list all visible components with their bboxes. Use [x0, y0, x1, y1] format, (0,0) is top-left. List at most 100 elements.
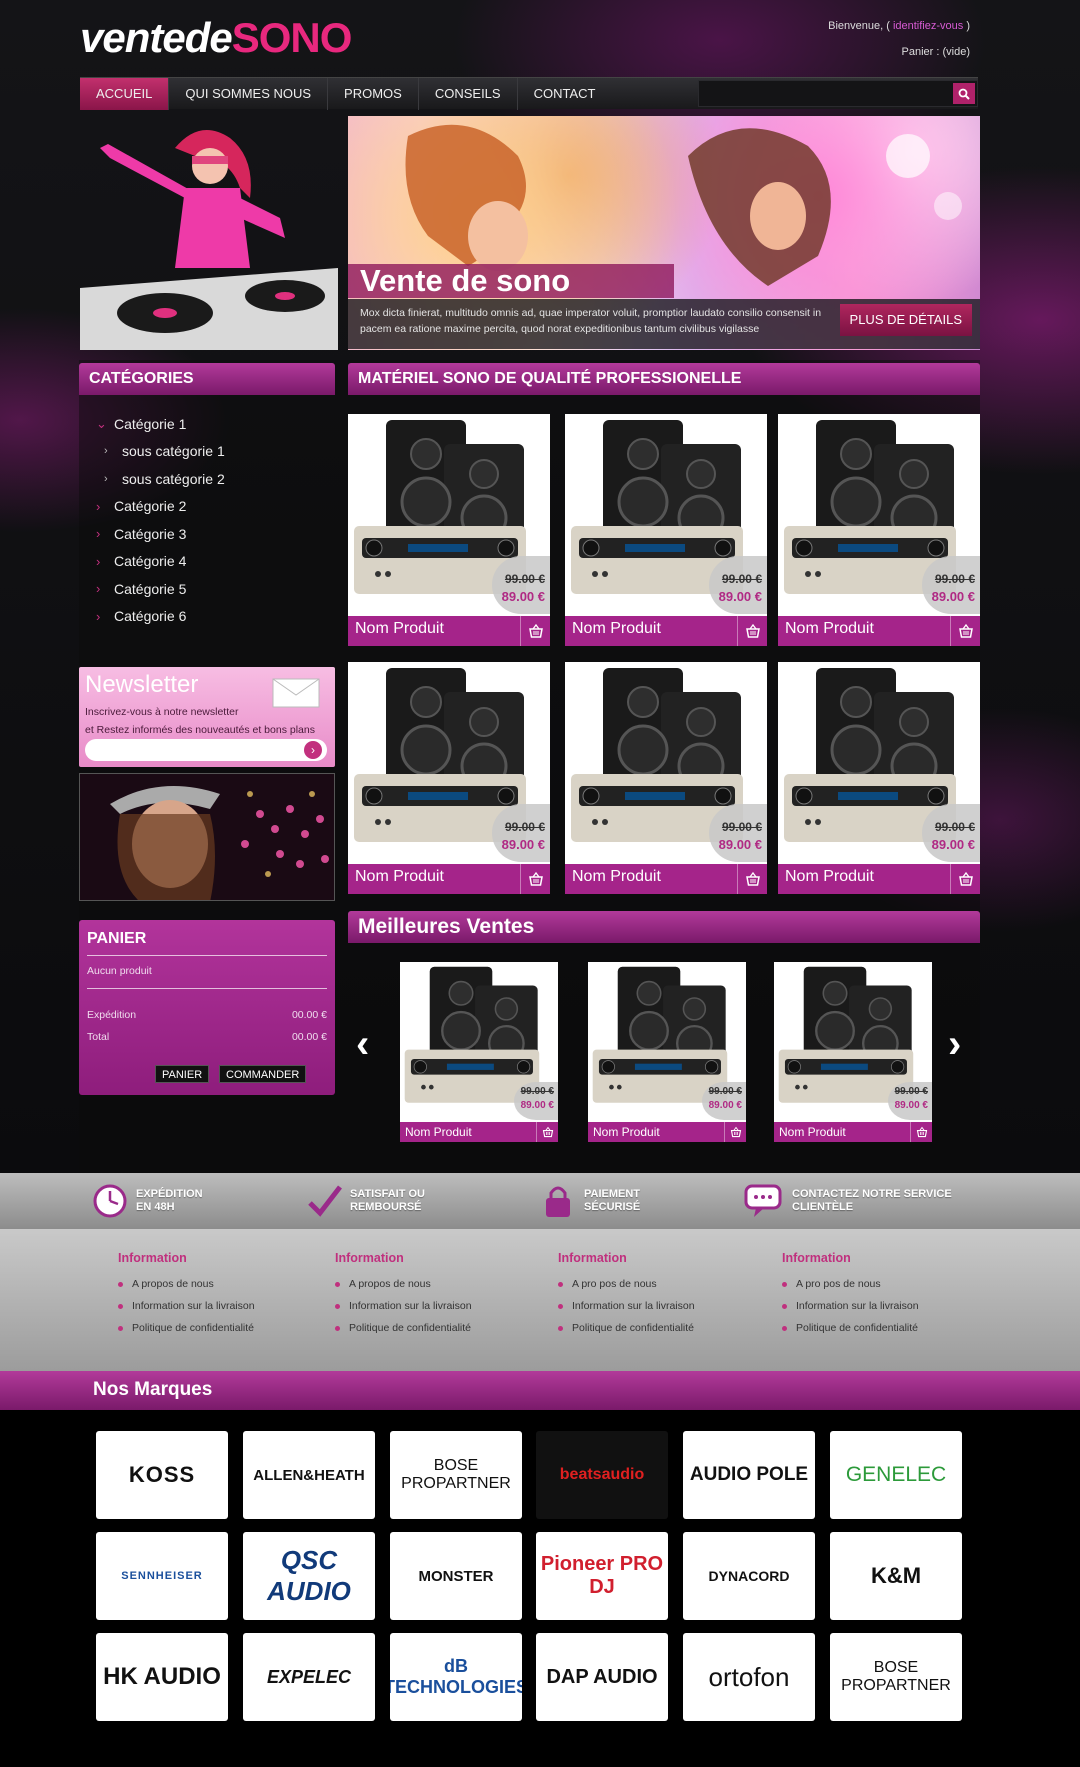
brand-logo[interactable]: DAP AUDIO — [536, 1633, 668, 1721]
product-footer: Nom Produit — [778, 864, 980, 894]
add-to-cart-button[interactable] — [724, 1122, 746, 1142]
header-cart-link[interactable]: Panier : (vide) — [902, 46, 970, 58]
brand-logo[interactable]: EXPELEC — [243, 1633, 375, 1721]
product-name[interactable]: Nom Produit — [355, 868, 444, 886]
feature-contact[interactable]: CONTACTEZ NOTRE SERVICE CLIENTÈLE — [744, 1183, 952, 1219]
brand-logo[interactable]: GENELEC — [830, 1431, 962, 1519]
banner-details-button[interactable]: PLUS DE DÉTAILS — [839, 304, 972, 336]
carousel-next-arrow[interactable]: › — [948, 1022, 961, 1067]
info-link[interactable]: A propos de nous — [335, 1273, 472, 1295]
subcategory-item-2[interactable]: › sous catégorie 2 — [96, 465, 225, 493]
info-link[interactable]: Information sur la livraison — [335, 1295, 472, 1317]
info-link[interactable]: Politique de confidentialité — [335, 1317, 472, 1339]
brand-logo[interactable]: Pioneer PRO DJ — [536, 1532, 668, 1620]
product-name[interactable]: Nom Produit — [405, 1125, 472, 1139]
brand-logo[interactable]: KOSS — [96, 1431, 228, 1519]
product-card[interactable]: 99.00 € 89.00 € Nom Produit — [348, 662, 550, 894]
product-name[interactable]: Nom Produit — [572, 620, 661, 638]
feature-payment: PAIEMENT SÉCURISÉ — [540, 1183, 640, 1219]
nav-item-contact[interactable]: CONTACT — [518, 78, 612, 110]
category-item-4[interactable]: › Catégorie 4 — [96, 548, 225, 576]
banner-title: Vente de sono — [348, 264, 674, 298]
chevron-right-icon: › — [104, 445, 108, 458]
chevron-right-icon: › — [104, 472, 108, 485]
best-seller-card[interactable]: 99.00 € 89.00 € Nom Produit — [774, 962, 932, 1142]
brand-logo[interactable]: QSC AUDIO — [243, 1532, 375, 1620]
search-input[interactable] — [699, 81, 949, 106]
brand-logo[interactable]: ALLEN&HEATH — [243, 1431, 375, 1519]
product-name[interactable]: Nom Produit — [593, 1125, 660, 1139]
chevron-right-icon: › — [96, 608, 101, 624]
brand-logo[interactable]: BOSE PROPARTNER — [390, 1431, 522, 1519]
brand-logo[interactable]: dB TECHNOLOGIES — [390, 1633, 522, 1721]
promo-woman-image[interactable] — [79, 773, 335, 901]
best-seller-card[interactable]: 99.00 € 89.00 € Nom Produit — [588, 962, 746, 1142]
category-item-5[interactable]: › Catégorie 5 — [96, 575, 225, 603]
brand-logo[interactable]: ortofon — [683, 1633, 815, 1721]
add-to-cart-button[interactable] — [950, 616, 980, 646]
login-link[interactable]: identifiez-vous — [893, 20, 963, 32]
order-button[interactable]: COMMANDER — [219, 1065, 307, 1083]
add-to-cart-button[interactable] — [520, 864, 550, 894]
product-card[interactable]: 99.00 € 89.00 € Nom Produit — [348, 414, 550, 646]
info-link[interactable]: A pro pos de nous — [782, 1273, 919, 1295]
category-label: Catégorie 5 — [114, 580, 187, 597]
brand-name: KOSS — [128, 1462, 196, 1487]
add-to-cart-button[interactable] — [536, 1122, 558, 1142]
info-link[interactable]: Politique de confidentialité — [782, 1317, 919, 1339]
product-card[interactable]: 99.00 € 89.00 € Nom Produit — [778, 662, 980, 894]
product-card[interactable]: 99.00 € 89.00 € Nom Produit — [565, 414, 767, 646]
info-link[interactable]: Politique de confidentialité — [558, 1317, 695, 1339]
add-to-cart-button[interactable] — [950, 864, 980, 894]
category-item-1[interactable]: ⌄ Catégorie 1 — [96, 410, 225, 438]
add-to-cart-button[interactable] — [520, 616, 550, 646]
search-button[interactable] — [953, 83, 975, 104]
product-card[interactable]: 99.00 € 89.00 € Nom Produit — [778, 414, 980, 646]
category-item-6[interactable]: › Catégorie 6 — [96, 603, 225, 631]
best-seller-card[interactable]: 99.00 € 89.00 € Nom Produit — [400, 962, 558, 1142]
nav-item-promos[interactable]: PROMOS — [328, 78, 419, 110]
nav-item-qui-sommes-nous[interactable]: QUI SOMMES NOUS — [169, 78, 329, 110]
add-to-cart-button[interactable] — [910, 1122, 932, 1142]
category-item-3[interactable]: › Catégorie 3 — [96, 520, 225, 548]
product-card[interactable]: 99.00 € 89.00 € Nom Produit — [565, 662, 767, 894]
info-column-title: Information — [118, 1251, 187, 1265]
brand-logo[interactable]: BOSE PROPARTNER — [830, 1633, 962, 1721]
carousel-prev-arrow[interactable]: ‹ — [356, 1022, 369, 1067]
brand-logo[interactable]: beatsaudio — [536, 1431, 668, 1519]
newsletter-email-field[interactable]: › — [85, 739, 327, 761]
brand-logo[interactable]: HK AUDIO — [96, 1633, 228, 1721]
brand-logo[interactable]: K&M — [830, 1532, 962, 1620]
add-to-cart-button[interactable] — [737, 616, 767, 646]
add-to-cart-button[interactable] — [737, 864, 767, 894]
cart-button[interactable]: PANIER — [155, 1065, 210, 1083]
product-name[interactable]: Nom Produit — [355, 620, 444, 638]
product-name[interactable]: Nom Produit — [779, 1125, 846, 1139]
product-price: 89.00 € — [894, 1100, 928, 1111]
product-name[interactable]: Nom Produit — [785, 868, 874, 886]
site-logo[interactable]: ventedeSONO — [80, 14, 352, 62]
info-link[interactable]: Politique de confidentialité — [118, 1317, 255, 1339]
category-item-2[interactable]: › Catégorie 2 — [96, 493, 225, 521]
product-name[interactable]: Nom Produit — [572, 868, 661, 886]
info-link[interactable]: Information sur la livraison — [782, 1295, 919, 1317]
product-name[interactable]: Nom Produit — [785, 620, 874, 638]
subcategory-item-1[interactable]: › sous catégorie 1 — [96, 438, 225, 466]
nav-item-accueil[interactable]: ACCUEIL — [80, 78, 170, 110]
info-link[interactable]: Information sur la livraison — [118, 1295, 255, 1317]
chevron-right-icon: › — [96, 498, 101, 514]
info-link[interactable]: A propos de nous — [118, 1273, 255, 1295]
brand-logo[interactable]: MONSTER — [390, 1532, 522, 1620]
info-link[interactable]: A pro pos de nous — [558, 1273, 695, 1295]
category-list: ⌄ Catégorie 1 › sous catégorie 1 › sous cat… — [96, 410, 225, 630]
brand-logo[interactable]: DYNACORD — [683, 1532, 815, 1620]
category-label: Catégorie 4 — [114, 553, 187, 570]
brand-logo[interactable]: AUDIO POLE — [683, 1431, 815, 1519]
brand-logo[interactable]: SENNHEISER — [96, 1532, 228, 1620]
old-price: 99.00 € — [934, 820, 975, 834]
newsletter-submit-button[interactable]: › — [304, 741, 322, 759]
banner-text: Mox dicta finierat, multitudo omnis ad, … — [360, 307, 822, 335]
nav-item-conseils[interactable]: CONSEILS — [419, 78, 518, 110]
info-link[interactable]: Information sur la livraison — [558, 1295, 695, 1317]
info-column: Information A propos de nous Information s… — [335, 1251, 472, 1339]
